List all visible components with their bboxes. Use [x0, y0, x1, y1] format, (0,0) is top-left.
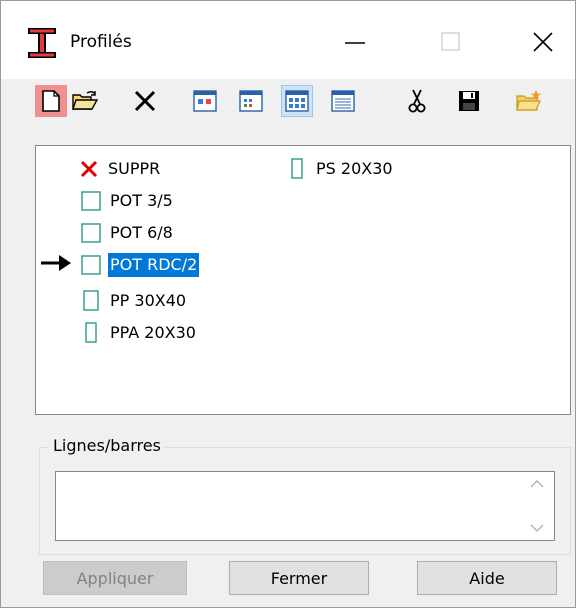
new-folder-button[interactable] [513, 85, 545, 117]
view-list-icon [285, 90, 309, 112]
list-item-label: PP 30X40 [110, 291, 187, 310]
list-item-label: POT RDC/2 [108, 253, 200, 277]
maximize-button[interactable] [421, 21, 481, 63]
delete-red-x-icon [78, 158, 100, 180]
scroll-up-button[interactable] [520, 472, 554, 496]
help-button[interactable]: Aide [417, 561, 557, 595]
minimize-button[interactable] [325, 21, 385, 63]
scroll-down-button[interactable] [520, 516, 554, 540]
list-item[interactable]: PPA 20X30 [80, 320, 198, 346]
view-list-button[interactable] [281, 85, 313, 117]
open-folder-icon [72, 91, 99, 110]
close-window-button[interactable] [513, 21, 573, 63]
profiles-dialog: Profilés SUPPR POT 3/5 POT 6/8 POT RDC/2… [0, 0, 576, 608]
rect-section-icon [80, 290, 102, 312]
list-item[interactable]: POT 3/5 [80, 188, 175, 214]
view-small-icons-button[interactable] [235, 85, 267, 117]
list-item[interactable]: PP 30X40 [80, 288, 188, 314]
scrollbar[interactable] [520, 472, 554, 540]
minimize-icon [345, 42, 365, 44]
open-button[interactable] [69, 85, 101, 117]
view-details-button[interactable] [327, 85, 359, 117]
list-item-label: PS 20X30 [316, 159, 393, 178]
save-disk-icon [459, 91, 479, 111]
close-icon [533, 32, 553, 52]
view-large-icons-button[interactable] [189, 85, 221, 117]
new-document-icon [42, 90, 60, 112]
title-bar: Profilés [1, 1, 575, 79]
list-item-label: POT 3/5 [110, 191, 173, 210]
window-title: Profilés [70, 32, 132, 52]
close-button[interactable]: Fermer [229, 561, 369, 595]
list-item-label: POT 6/8 [110, 223, 173, 242]
square-section-icon [80, 190, 102, 212]
new-button[interactable] [35, 85, 67, 117]
list-item-selected[interactable]: POT RDC/2 [80, 252, 200, 278]
narrow-rect-section-icon [286, 158, 308, 180]
group-label: Lignes/barres [49, 436, 165, 456]
cut-button[interactable] [401, 85, 433, 117]
i-beam-icon [28, 28, 56, 58]
list-item[interactable]: SUPPR [78, 156, 162, 182]
new-folder-icon [516, 90, 541, 111]
list-item-label: SUPPR [108, 159, 161, 178]
profiles-list[interactable]: SUPPR POT 3/5 POT 6/8 POT RDC/2 PP 30X40 [35, 145, 571, 415]
square-section-icon [80, 254, 102, 276]
maximize-icon [441, 32, 460, 51]
narrow-rect-section-icon [80, 322, 102, 344]
list-item[interactable]: PS 20X30 [286, 156, 395, 182]
delete-x-icon [134, 90, 156, 112]
delete-button[interactable] [129, 85, 161, 117]
view-large-icons-icon [193, 90, 217, 112]
save-button[interactable] [453, 85, 485, 117]
chevron-down-icon [530, 524, 544, 533]
chevron-up-icon [530, 479, 544, 488]
view-small-icons-icon [239, 90, 263, 112]
right-arrow-icon [41, 255, 71, 271]
list-item-label: PPA 20X30 [110, 323, 196, 342]
toolbar [1, 79, 575, 123]
view-details-icon [331, 90, 355, 112]
lines-bars-input[interactable] [55, 471, 555, 541]
scissors-icon [408, 89, 426, 113]
list-item[interactable]: POT 6/8 [80, 220, 175, 246]
apply-button[interactable]: Appliquer [43, 561, 187, 595]
square-section-icon [80, 222, 102, 244]
